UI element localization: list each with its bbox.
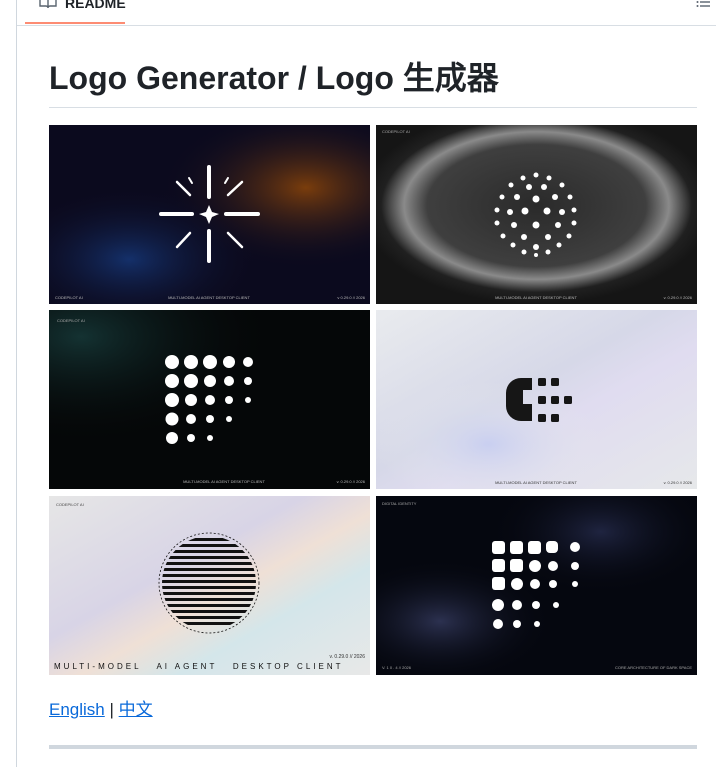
tile-version: CORE ARCHITECTURE OF DARK SPACE xyxy=(615,665,692,670)
logo-image-starburst[interactable]: CODEPILOT AI MULTI-MODEL AI AGENT DESKTO… xyxy=(49,125,370,304)
tile-corner-text: DIGITAL IDENTITY xyxy=(382,501,417,506)
tile-caption: MULTI-MODEL AI AGENT DESKTOP CLIENT xyxy=(495,480,577,485)
tile-caption: MULTI-MODEL AI AGENT DESKTOP CLIENT xyxy=(495,295,577,300)
logo-image-dot-grid[interactable]: CODEPILOT AI MULTI-MODEL AI AGENT DESKTO… xyxy=(49,310,370,489)
tile-version: v. 0.29.0 // 2026 xyxy=(330,654,366,660)
english-link[interactable]: English xyxy=(49,700,105,719)
tile-caption: MULTI-MODEL AI AGENT DESKTOP CLIENT xyxy=(54,662,343,671)
tile-corner-text: CODEPILOT AI xyxy=(55,295,83,300)
tile-corner-text: V. 1 0 . 4 // 2026 xyxy=(382,665,412,670)
logo-image-c-mark[interactable]: MULTI-MODEL AI AGENT DESKTOP CLIENT v. 0… xyxy=(376,310,697,489)
logo-image-digital-identity[interactable]: DIGITAL IDENTITY V. 1 0 . 4 // 2026 CORE… xyxy=(376,496,697,675)
readme-tabbar: README xyxy=(17,0,716,26)
tile-corner-text: CODEPILOT AI xyxy=(382,129,410,134)
list-icon[interactable] xyxy=(695,0,711,10)
tile-version: v 0.29.0 // 2026 xyxy=(337,295,365,300)
logo-image-striped-circle[interactable]: CODEPILOT AI v. 0.29.0 // 2026 MULTI-MOD… xyxy=(49,496,370,675)
tile-corner-text: CODEPILOT AI xyxy=(57,318,85,323)
link-separator: | xyxy=(109,700,114,719)
language-links: English | 中文 xyxy=(49,698,153,722)
book-icon xyxy=(39,0,57,9)
section-divider xyxy=(49,745,697,749)
tile-version: v. 0.29.0 // 2026 xyxy=(664,480,693,485)
tile-version: v. 0.29.0 // 2026 xyxy=(337,479,366,484)
tile-caption: MULTI-MODEL AI AGENT DESKTOP CLIENT xyxy=(183,479,265,484)
readme-panel-border xyxy=(16,0,17,767)
logo-image-dot-sphere[interactable]: CODEPILOT AI MULTI-MODEL AI AGENT DESKTO… xyxy=(376,125,697,304)
tile-version: v. 0.29.0 // 2026 xyxy=(664,295,693,300)
active-tab-indicator xyxy=(25,22,125,24)
readme-tab-label: README xyxy=(65,0,126,11)
chinese-link[interactable]: 中文 xyxy=(119,700,153,719)
page-title: Logo Generator / Logo 生成器 xyxy=(49,60,499,96)
tile-corner-text: CODEPILOT AI xyxy=(56,502,84,507)
tile-caption: MULTI-MODEL AI AGENT DESKTOP CLIENT xyxy=(168,295,250,300)
heading-divider xyxy=(49,107,697,108)
